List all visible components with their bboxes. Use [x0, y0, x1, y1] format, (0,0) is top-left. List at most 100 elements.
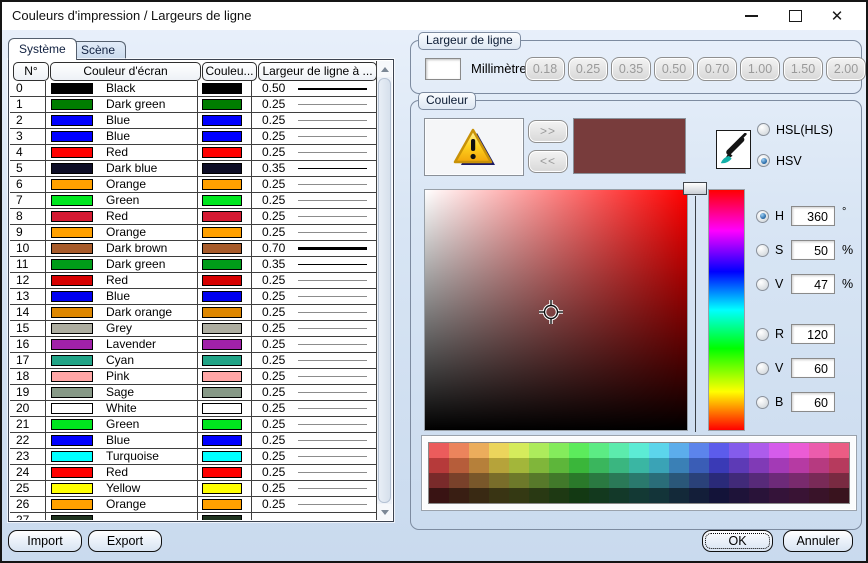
- palette-swatch[interactable]: [709, 473, 729, 488]
- palette-swatch[interactable]: [769, 443, 789, 458]
- palette-swatch[interactable]: [569, 443, 589, 458]
- palette-swatch[interactable]: [709, 488, 729, 503]
- hue-bar[interactable]: [708, 189, 745, 431]
- column-header-screen-color[interactable]: Couleur d'écran: [50, 62, 201, 81]
- palette-swatch[interactable]: [429, 488, 449, 503]
- palette-swatch[interactable]: [449, 473, 469, 488]
- table-row[interactable]: 10Dark brown0.70: [10, 241, 376, 257]
- column-header-line-width[interactable]: Largeur de ligne à ...: [258, 62, 377, 81]
- palette-swatch[interactable]: [509, 458, 529, 473]
- cancel-button[interactable]: Annuler: [783, 530, 853, 552]
- line-width-preset-button[interactable]: 1.00: [740, 57, 780, 81]
- palette-swatch[interactable]: [669, 443, 689, 458]
- field-input[interactable]: 120: [791, 324, 835, 344]
- palette-swatch[interactable]: [469, 458, 489, 473]
- line-width-preset-button[interactable]: 0.35: [611, 57, 651, 81]
- line-width-preset-button[interactable]: 0.25: [568, 57, 608, 81]
- table-row[interactable]: 4Red0.25: [10, 145, 376, 161]
- field-input[interactable]: 47: [791, 274, 835, 294]
- table-row[interactable]: 23Turquoise0.25: [10, 449, 376, 465]
- table-row[interactable]: 3Blue0.25: [10, 129, 376, 145]
- palette-swatch[interactable]: [689, 458, 709, 473]
- palette-swatch[interactable]: [489, 473, 509, 488]
- palette-swatch[interactable]: [649, 443, 669, 458]
- palette-swatch[interactable]: [809, 488, 829, 503]
- palette-swatch[interactable]: [709, 458, 729, 473]
- table-row[interactable]: 20White0.25: [10, 401, 376, 417]
- palette-swatch[interactable]: [649, 458, 669, 473]
- palette-swatch[interactable]: [649, 473, 669, 488]
- palette-swatch[interactable]: [569, 488, 589, 503]
- palette-swatch[interactable]: [789, 443, 809, 458]
- palette-swatch[interactable]: [509, 488, 529, 503]
- palette-swatch[interactable]: [449, 443, 469, 458]
- saturation-value-picker[interactable]: [424, 189, 688, 431]
- table-row[interactable]: 18Pink0.25: [10, 369, 376, 385]
- palette-swatch[interactable]: [709, 443, 729, 458]
- palette-swatch[interactable]: [449, 458, 469, 473]
- palette-swatch[interactable]: [569, 458, 589, 473]
- palette-swatch[interactable]: [749, 488, 769, 503]
- palette-swatch[interactable]: [529, 488, 549, 503]
- palette-swatch[interactable]: [789, 473, 809, 488]
- table-row[interactable]: 24Red0.25: [10, 465, 376, 481]
- table-row[interactable]: 13Blue0.25: [10, 289, 376, 305]
- table-row[interactable]: 9Orange0.25: [10, 225, 376, 241]
- palette-swatch[interactable]: [529, 443, 549, 458]
- palette-swatch[interactable]: [769, 473, 789, 488]
- palette-swatch[interactable]: [429, 473, 449, 488]
- table-row[interactable]: 7Green0.25: [10, 193, 376, 209]
- import-button[interactable]: Import: [8, 530, 82, 552]
- palette-swatch[interactable]: [589, 473, 609, 488]
- table-row[interactable]: 12Red0.25: [10, 273, 376, 289]
- tab-scene[interactable]: Scène: [70, 41, 126, 60]
- field-input[interactable]: 50: [791, 240, 835, 260]
- mode-hsl-radio[interactable]: HSL(HLS): [757, 123, 833, 137]
- palette-swatch[interactable]: [829, 473, 849, 488]
- table-row[interactable]: 14Dark orange0.25: [10, 305, 376, 321]
- field-input[interactable]: 60: [791, 392, 835, 412]
- palette-swatch[interactable]: [769, 458, 789, 473]
- palette-swatch[interactable]: [549, 488, 569, 503]
- palette-swatch[interactable]: [469, 443, 489, 458]
- palette-swatch[interactable]: [629, 443, 649, 458]
- palette-swatch[interactable]: [789, 488, 809, 503]
- hue-slider-thumb[interactable]: [683, 182, 707, 195]
- palette-swatch[interactable]: [629, 458, 649, 473]
- minimize-button[interactable]: [730, 2, 772, 30]
- palette-swatch[interactable]: [509, 473, 529, 488]
- palette-swatch[interactable]: [429, 443, 449, 458]
- palette-swatch[interactable]: [489, 488, 509, 503]
- table-row[interactable]: 19Sage0.25: [10, 385, 376, 401]
- palette-swatch[interactable]: [829, 443, 849, 458]
- palette-swatch[interactable]: [829, 488, 849, 503]
- table-scrollbar[interactable]: [376, 61, 392, 520]
- close-button[interactable]: ✕: [816, 2, 858, 30]
- table-row[interactable]: 2Blue0.25: [10, 113, 376, 129]
- line-width-preset-button[interactable]: 0.18: [525, 57, 565, 81]
- palette-swatch[interactable]: [509, 443, 529, 458]
- palette-swatch[interactable]: [649, 488, 669, 503]
- table-row[interactable]: 15Grey0.25: [10, 321, 376, 337]
- palette-swatch[interactable]: [609, 458, 629, 473]
- export-button[interactable]: Export: [88, 530, 162, 552]
- palette-swatch[interactable]: [589, 443, 609, 458]
- line-width-preset-button[interactable]: 1.50: [783, 57, 823, 81]
- palette-swatch[interactable]: [469, 473, 489, 488]
- palette-swatch[interactable]: [689, 473, 709, 488]
- palette-swatch[interactable]: [549, 443, 569, 458]
- field-radio[interactable]: [756, 362, 769, 375]
- tab-systeme[interactable]: Système: [8, 38, 77, 60]
- palette-swatch[interactable]: [729, 458, 749, 473]
- table-row[interactable]: 16Lavender0.25: [10, 337, 376, 353]
- palette-swatch[interactable]: [629, 488, 649, 503]
- palette-swatch[interactable]: [809, 458, 829, 473]
- table-row[interactable]: 6Orange0.25: [10, 177, 376, 193]
- field-radio[interactable]: [756, 244, 769, 257]
- palette-swatch[interactable]: [689, 443, 709, 458]
- palette-swatch[interactable]: [569, 473, 589, 488]
- scroll-up-button[interactable]: [377, 61, 392, 77]
- ok-button[interactable]: OK: [702, 530, 773, 552]
- field-radio[interactable]: [756, 210, 769, 223]
- scroll-down-button[interactable]: [377, 504, 392, 520]
